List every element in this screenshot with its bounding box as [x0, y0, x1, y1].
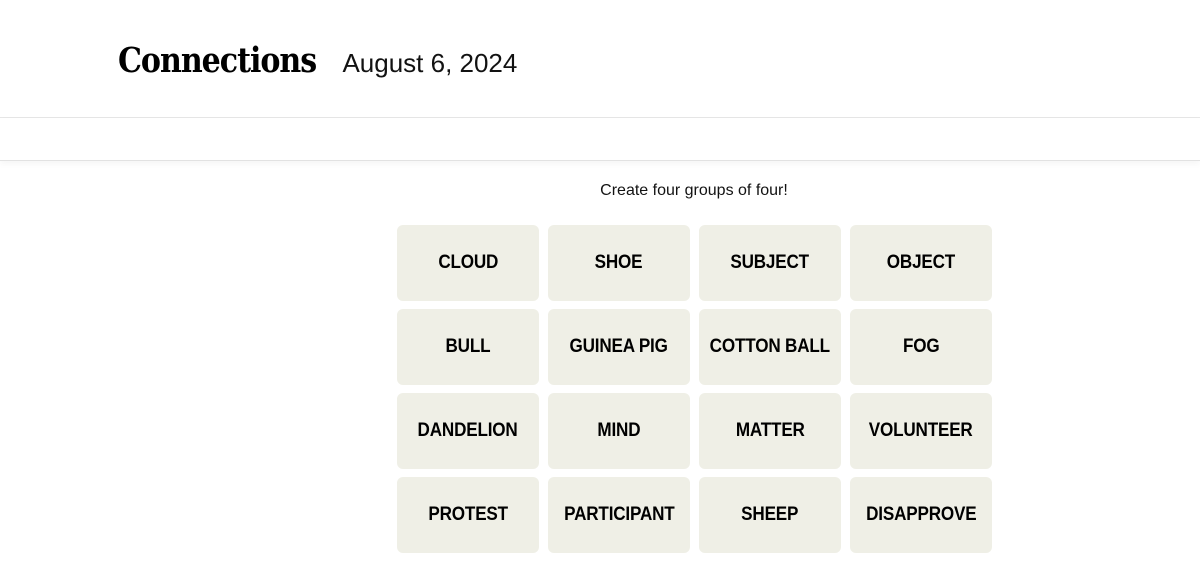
- word-tile[interactable]: PARTICIPANT: [548, 477, 690, 553]
- word-tile[interactable]: VOLUNTEER: [850, 393, 992, 469]
- title-block: Connections August 6, 2024: [118, 40, 517, 81]
- tile-label: PROTEST: [428, 504, 508, 525]
- word-tile[interactable]: MIND: [548, 393, 690, 469]
- word-tile[interactable]: BULL: [397, 309, 539, 385]
- tile-label: MIND: [597, 420, 641, 441]
- word-tile[interactable]: SHEEP: [699, 477, 841, 553]
- tile-label: VOLUNTEER: [869, 420, 973, 441]
- word-tile[interactable]: CLOUD: [397, 225, 539, 301]
- word-tile[interactable]: OBJECT: [850, 225, 992, 301]
- tile-label: CLOUD: [438, 252, 498, 273]
- tile-label: SHOE: [595, 252, 643, 273]
- tile-label: SHEEP: [741, 504, 799, 525]
- word-tile[interactable]: FOG: [850, 309, 992, 385]
- tile-label: MATTER: [735, 420, 805, 441]
- toolbar-band: [0, 118, 1200, 161]
- tile-label: DANDELION: [417, 420, 519, 441]
- word-tile[interactable]: COTTON BALL: [699, 309, 841, 385]
- instructions-text: Create four groups of four!: [600, 182, 788, 199]
- tile-label: FOG: [902, 336, 940, 357]
- word-tile[interactable]: SHOE: [548, 225, 690, 301]
- tile-label: GUINEA PIG: [569, 336, 669, 357]
- puzzle-date: August 6, 2024: [342, 48, 518, 78]
- word-tile[interactable]: SUBJECT: [699, 225, 841, 301]
- tile-label: BULL: [445, 336, 491, 357]
- game-title: Connections: [118, 40, 317, 81]
- tile-label: OBJECT: [886, 252, 956, 273]
- game-board: CLOUD SHOE SUBJECT OBJECT BULL GUINEA PI…: [397, 225, 992, 553]
- word-tile[interactable]: DANDELION: [397, 393, 539, 469]
- tile-label: DISAPPROVE: [865, 504, 977, 525]
- word-tile[interactable]: GUINEA PIG: [548, 309, 690, 385]
- tile-label: PARTICIPANT: [563, 504, 675, 525]
- tile-label: SUBJECT: [730, 252, 810, 273]
- tile-label: COTTON BALL: [709, 336, 831, 357]
- word-tile[interactable]: DISAPPROVE: [850, 477, 992, 553]
- word-tile[interactable]: PROTEST: [397, 477, 539, 553]
- word-tile[interactable]: MATTER: [699, 393, 841, 469]
- page-header: Connections August 6, 2024: [0, 0, 1200, 118]
